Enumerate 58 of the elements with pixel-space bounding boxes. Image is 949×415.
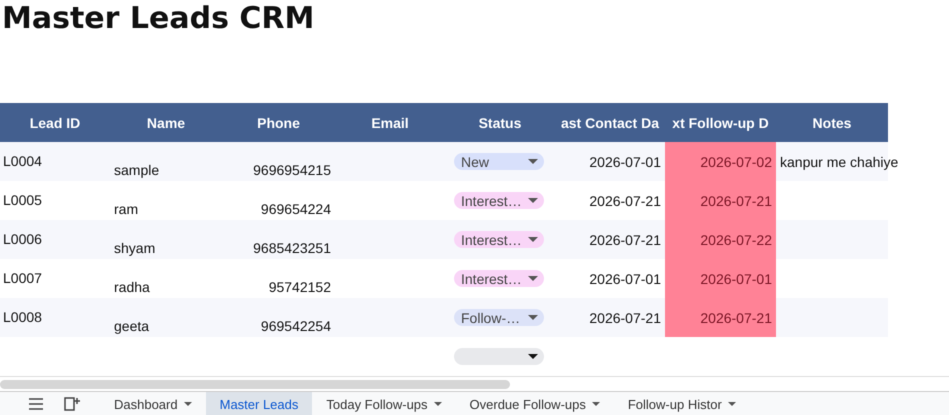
table-cell-text: kanpur me chahiye (779, 152, 900, 172)
column-header[interactable]: Status (445, 103, 555, 142)
sheet-tab[interactable]: Overdue Follow-ups (456, 392, 614, 415)
menu-icon[interactable] (28, 398, 44, 410)
table-cell-text: 2026-07-01 (588, 152, 662, 172)
table-cell-text: 2026-07-21 (588, 308, 662, 328)
page-title: Master Leads CRM (1, 0, 316, 38)
column-header[interactable]: Email (335, 103, 445, 142)
table-cell-text: L0004 (2, 152, 43, 171)
caret-icon (528, 198, 538, 203)
column-header[interactable]: Notes (776, 103, 888, 142)
table-cell-text: sample (113, 161, 160, 180)
scrollbar-thumb[interactable] (0, 380, 510, 388)
sheet-tab[interactable]: Master Leads (206, 392, 312, 415)
sheet-tab[interactable]: Today Follow-ups (312, 392, 456, 415)
sheets-icon[interactable] (64, 397, 80, 411)
table-cell-text: 2026-07-21 (588, 192, 662, 210)
status-dropdown[interactable]: Interest… (454, 231, 544, 248)
caret-icon (528, 354, 538, 359)
caret-icon (728, 402, 736, 406)
table-cell-text: 969654224 (260, 200, 332, 219)
table-cell-text: geeta (113, 317, 150, 336)
table-cell-text: 9685423251 (252, 239, 332, 258)
caret-icon (528, 159, 538, 164)
table-cell: 2026-07-21 (665, 181, 776, 220)
table-cell: 2026-07-02 (665, 142, 776, 181)
table-cell-text: 9696954215 (252, 161, 332, 180)
table-cell: 2026-07-21 (665, 298, 776, 337)
caret-icon (592, 402, 600, 406)
table-cell-text: 95742152 (268, 278, 332, 297)
status-dropdown[interactable]: Interest… (454, 192, 544, 209)
table-cell-text: ram (113, 200, 140, 219)
table-cell: 2026-07-01 (665, 259, 776, 298)
sheet-tab[interactable]: Follow-up Histor (614, 392, 750, 415)
table-cell-text: L0007 (2, 269, 43, 288)
column-header[interactable]: ast Contact Da (555, 103, 665, 142)
table-cell-text: L0005 (2, 191, 43, 210)
status-dropdown[interactable]: New (454, 153, 544, 170)
caret-icon (184, 402, 192, 406)
caret-icon (528, 237, 538, 242)
caret-icon (434, 402, 442, 406)
table-cell: 2026-07-22 (665, 220, 776, 259)
table-cell-text: L0008 (2, 308, 43, 327)
column-header[interactable]: xt Follow-up D (665, 103, 776, 142)
caret-icon (528, 276, 538, 281)
column-header[interactable]: Phone (222, 103, 335, 142)
sheet-tab[interactable]: Dashboard (100, 392, 206, 415)
table-cell-text: 2026-07-21 (588, 230, 662, 250)
status-dropdown[interactable]: Follow-… (454, 309, 544, 326)
column-header[interactable]: Name (110, 103, 222, 142)
table-cell-text: radha (113, 278, 151, 297)
table-cell-text: shyam (113, 239, 156, 258)
table-cell-text: L0006 (2, 230, 43, 249)
table-cell-text: 2026-07-01 (588, 270, 662, 288)
caret-icon (528, 315, 538, 320)
table-cell-text: 969542254 (260, 317, 332, 336)
column-header[interactable]: Lead ID (0, 103, 110, 142)
status-dropdown[interactable]: Interest… (454, 270, 544, 287)
